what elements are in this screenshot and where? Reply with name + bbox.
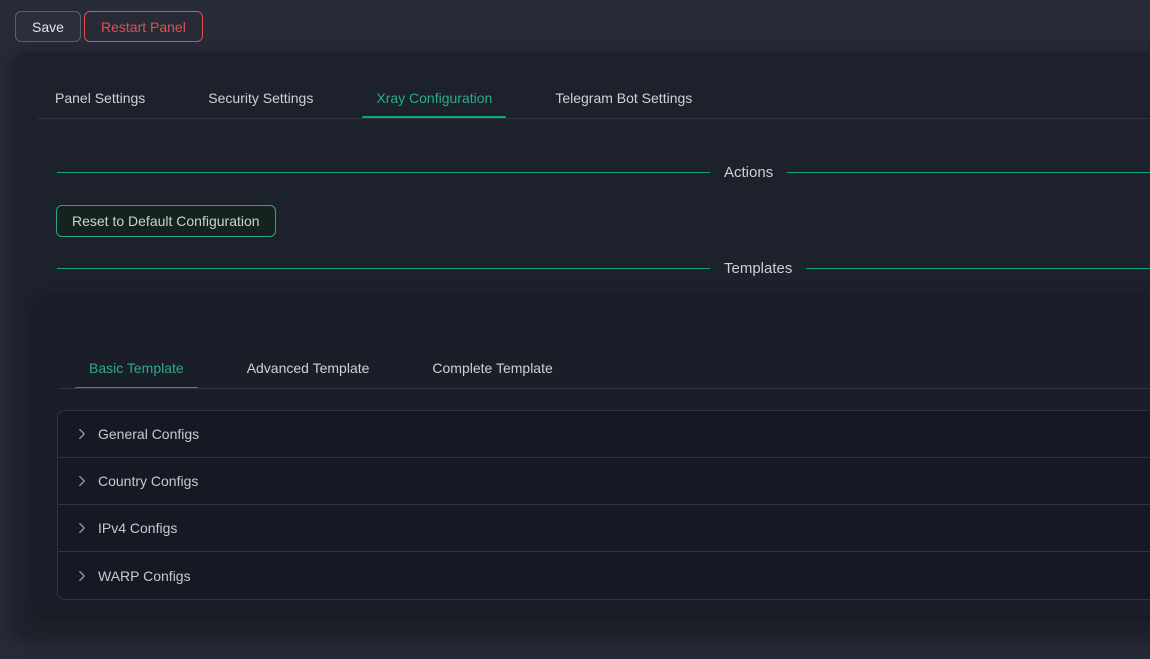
- tab-basic-template[interactable]: Basic Template: [75, 358, 198, 388]
- collapse-panel-country-configs[interactable]: Country Configs: [58, 458, 1150, 505]
- chevron-right-icon: [76, 428, 88, 440]
- actions-divider-label: Actions: [724, 164, 773, 181]
- divider-line: [57, 172, 710, 173]
- top-action-bar: Save Restart Panel: [0, 0, 1150, 50]
- collapse-panel-label: IPv4 Configs: [98, 520, 177, 536]
- template-tabs: Basic Template Advanced Template Complet…: [75, 358, 567, 388]
- tabs-bottom-border: [38, 118, 1150, 119]
- tab-telegram-bot-settings[interactable]: Telegram Bot Settings: [541, 88, 706, 117]
- restart-panel-button[interactable]: Restart Panel: [84, 11, 203, 42]
- chevron-right-icon: [76, 475, 88, 487]
- divider-line: [806, 268, 1150, 269]
- collapse-panel-label: WARP Configs: [98, 568, 191, 584]
- config-collapse-group: General Configs Country Configs IPv4 Con…: [57, 410, 1150, 600]
- settings-card: Panel Settings Security Settings Xray Co…: [14, 52, 1150, 636]
- settings-page: Save Restart Panel Panel Settings Securi…: [0, 0, 1150, 659]
- chevron-right-icon: [76, 522, 88, 534]
- save-button[interactable]: Save: [15, 11, 81, 42]
- collapse-panel-warp-configs[interactable]: WARP Configs: [58, 552, 1150, 599]
- tab-advanced-template[interactable]: Advanced Template: [233, 358, 384, 388]
- divider-line: [787, 172, 1150, 173]
- templates-card: Basic Template Advanced Template Complet…: [36, 296, 1150, 616]
- tab-security-settings[interactable]: Security Settings: [194, 88, 327, 117]
- collapse-panel-ipv4-configs[interactable]: IPv4 Configs: [58, 505, 1150, 552]
- settings-tabs: Panel Settings Security Settings Xray Co…: [41, 88, 706, 117]
- templates-divider: Templates: [57, 257, 1150, 279]
- tab-xray-configuration[interactable]: Xray Configuration: [362, 88, 506, 117]
- divider-line: [57, 268, 710, 269]
- collapse-panel-label: General Configs: [98, 426, 199, 442]
- tab-panel-settings[interactable]: Panel Settings: [41, 88, 159, 117]
- template-tabs-bottom-border: [60, 388, 1150, 389]
- collapse-panel-general-configs[interactable]: General Configs: [58, 411, 1150, 458]
- collapse-panel-label: Country Configs: [98, 473, 198, 489]
- tab-complete-template[interactable]: Complete Template: [418, 358, 566, 388]
- reset-default-config-button[interactable]: Reset to Default Configuration: [56, 205, 276, 237]
- actions-divider: Actions: [57, 161, 1150, 183]
- templates-divider-label: Templates: [724, 260, 792, 277]
- chevron-right-icon: [76, 570, 88, 582]
